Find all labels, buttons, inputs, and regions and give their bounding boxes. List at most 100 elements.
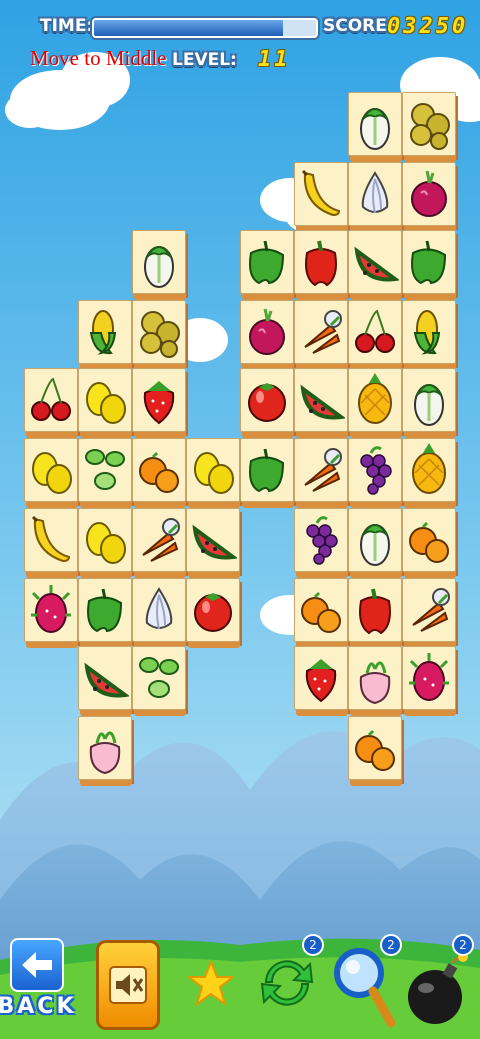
- turnip-icon: [89, 731, 121, 775]
- tile-banana[interactable]: [24, 508, 80, 578]
- time-progress-bar: [92, 18, 318, 38]
- tile-strawberry[interactable]: [132, 368, 188, 438]
- tile-lemons[interactable]: [78, 508, 134, 578]
- sound-toggle-button[interactable]: [96, 940, 160, 1030]
- watermelon-icon: [354, 246, 399, 282]
- tile-carrots[interactable]: [294, 438, 350, 508]
- tile-napa-cabbage[interactable]: [402, 368, 458, 438]
- level-hint-text: Move to Middle: [30, 46, 167, 70]
- green-pepper-icon: [249, 448, 285, 493]
- hint-button[interactable]: [330, 944, 396, 1030]
- tile-lemons[interactable]: [186, 438, 242, 508]
- lemons-icon: [86, 522, 126, 564]
- red-pepper-icon: [359, 588, 391, 635]
- tile-cucumber[interactable]: [78, 438, 134, 508]
- shuffle-arrows-icon: [260, 960, 314, 1006]
- tile-cucumber[interactable]: [132, 646, 188, 716]
- tile-pineapple[interactable]: [348, 368, 404, 438]
- tile-carrots[interactable]: [402, 578, 458, 648]
- tile-watermelon[interactable]: [78, 646, 134, 716]
- carrots-icon: [304, 448, 342, 492]
- time-progress-fill: [94, 20, 283, 36]
- dragon-fruit-icon: [409, 653, 449, 701]
- tile-red-pepper[interactable]: [294, 230, 350, 300]
- garlic-icon: [361, 171, 389, 214]
- tile-napa-cabbage[interactable]: [348, 92, 404, 162]
- tile-green-pepper[interactable]: [402, 230, 458, 300]
- tile-watermelon[interactable]: [348, 230, 404, 300]
- oranges-icon: [355, 729, 395, 771]
- tile-carrots[interactable]: [132, 508, 188, 578]
- tile-oranges[interactable]: [348, 716, 404, 786]
- tile-garlic[interactable]: [132, 578, 188, 648]
- score-label: SCORE:: [323, 16, 394, 36]
- potatoes-icon: [410, 103, 450, 150]
- oranges-icon: [409, 521, 449, 563]
- lemons-icon: [194, 452, 234, 494]
- tile-grapes[interactable]: [294, 508, 350, 578]
- tile-potatoes[interactable]: [402, 92, 458, 162]
- tile-corn[interactable]: [78, 300, 134, 370]
- cucumber-icon: [139, 657, 179, 698]
- pineapple-icon: [358, 373, 392, 424]
- tile-cherries[interactable]: [24, 368, 80, 438]
- corn-icon: [413, 310, 441, 355]
- dragon-fruit-icon: [31, 585, 71, 633]
- tile-napa-cabbage[interactable]: [348, 508, 404, 578]
- tile-watermelon[interactable]: [294, 368, 350, 438]
- tile-tomato[interactable]: [240, 368, 296, 438]
- tile-cherries[interactable]: [348, 300, 404, 370]
- lemons-icon: [86, 382, 126, 424]
- red-onion-icon: [411, 170, 447, 217]
- tile-green-pepper[interactable]: [240, 438, 296, 508]
- tile-red-onion[interactable]: [240, 300, 296, 370]
- tile-watermelon[interactable]: [186, 508, 242, 578]
- speaker-muted-icon: [109, 966, 147, 1004]
- tile-corn[interactable]: [402, 300, 458, 370]
- banana-icon: [31, 515, 71, 563]
- tile-pineapple[interactable]: [402, 438, 458, 508]
- cherries-icon: [355, 309, 395, 353]
- green-pepper-icon: [87, 588, 123, 633]
- tile-red-onion[interactable]: [402, 162, 458, 232]
- carrots-icon: [412, 588, 450, 632]
- tile-green-pepper[interactable]: [78, 578, 134, 648]
- tile-banana[interactable]: [294, 162, 350, 232]
- tile-tomato[interactable]: [186, 578, 242, 648]
- tile-carrots[interactable]: [294, 300, 350, 370]
- carrots-icon: [304, 310, 342, 354]
- tile-turnip[interactable]: [348, 646, 404, 716]
- tile-grapes[interactable]: [348, 438, 404, 508]
- oranges-icon: [139, 451, 179, 493]
- tile-napa-cabbage[interactable]: [132, 230, 188, 300]
- tile-green-pepper[interactable]: [240, 230, 296, 300]
- tile-garlic[interactable]: [348, 162, 404, 232]
- tile-oranges[interactable]: [132, 438, 188, 508]
- tile-oranges[interactable]: [294, 578, 350, 648]
- pineapple-icon: [412, 443, 446, 494]
- time-label: TIME:: [40, 16, 94, 36]
- tile-strawberry[interactable]: [294, 646, 350, 716]
- tile-dragon-fruit[interactable]: [24, 578, 80, 648]
- tile-lemons[interactable]: [24, 438, 80, 508]
- tile-turnip[interactable]: [78, 716, 134, 786]
- shuffle-button[interactable]: [252, 948, 322, 1018]
- tile-potatoes[interactable]: [132, 300, 188, 370]
- red-pepper-icon: [305, 240, 337, 287]
- tile-red-pepper[interactable]: [348, 578, 404, 648]
- napa-cabbage-icon: [144, 246, 174, 288]
- star-button[interactable]: [186, 958, 236, 1008]
- napa-cabbage-icon: [414, 384, 444, 426]
- tile-lemons[interactable]: [78, 368, 134, 438]
- tile-dragon-fruit[interactable]: [402, 646, 458, 716]
- bomb-button[interactable]: [404, 950, 470, 1030]
- tile-oranges[interactable]: [402, 508, 458, 578]
- back-arrow-icon: [10, 937, 64, 992]
- tomato-icon: [194, 593, 232, 632]
- strawberry-icon: [305, 659, 337, 703]
- star-icon: [188, 960, 234, 1006]
- banana-icon: [301, 169, 341, 217]
- magnifier-icon: [334, 948, 395, 1028]
- back-button[interactable]: BACK: [0, 930, 74, 1026]
- green-pepper-icon: [249, 240, 285, 285]
